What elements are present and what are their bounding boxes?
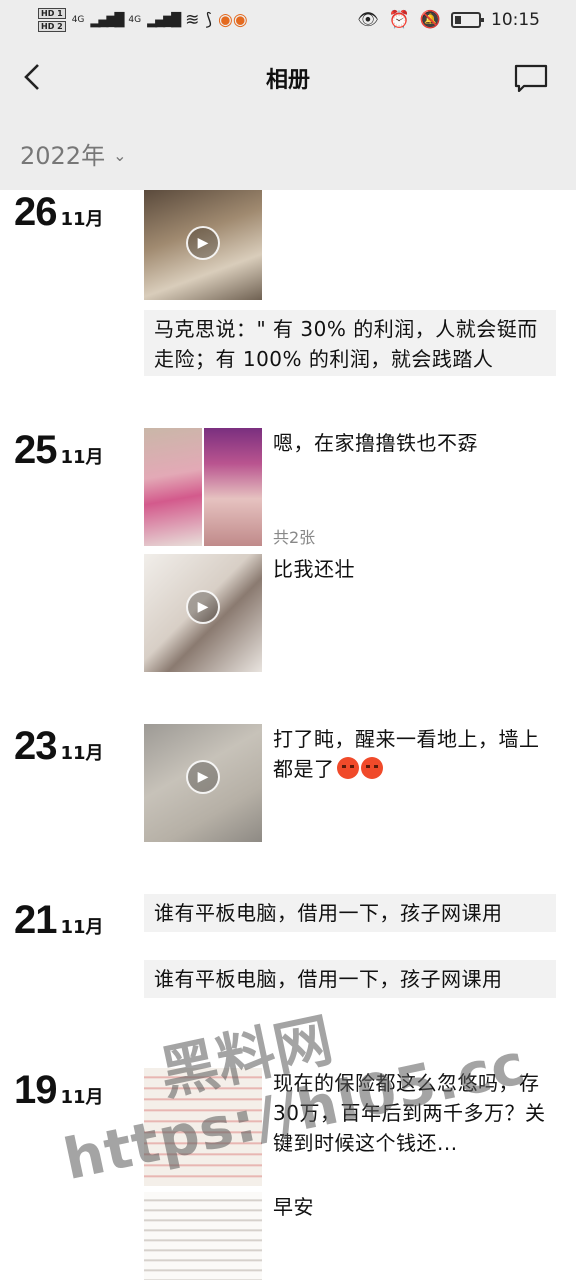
entry-day: 23	[14, 724, 57, 768]
play-icon: ▶	[186, 226, 220, 260]
wifi-icon: ≋	[185, 10, 200, 30]
video-thumbnail[interactable]: ▶	[144, 724, 262, 842]
entry-day: 19	[14, 1068, 57, 1112]
link-icon: ⟆	[205, 10, 212, 30]
post-text[interactable]: 早安	[273, 1192, 553, 1222]
play-icon: ▶	[186, 590, 220, 624]
entry-month: 11月	[60, 447, 104, 468]
clock-time: 10:15	[491, 10, 540, 30]
hd-indicators: HD 1 HD 2	[38, 8, 66, 32]
mute-icon: 🔕	[419, 10, 441, 30]
post-text-box[interactable]: 谁有平板电脑，借用一下，孩子网课用	[144, 960, 556, 998]
app-notify-icon: ◉◉	[217, 10, 248, 30]
entry-date: 19 11月	[14, 1068, 104, 1113]
entry-date: 21 11月	[14, 898, 104, 943]
photo-thumbnail-left[interactable]	[144, 428, 202, 546]
net1-label: 4G	[71, 15, 85, 25]
post-caption: 马克思说：" 有 30% 的利润，人就会铤而走险；有 100% 的利润，就会践踏…	[154, 317, 538, 371]
battery-icon	[451, 12, 484, 28]
photo-count: 共2张	[273, 528, 316, 547]
message-icon[interactable]	[514, 64, 548, 92]
entry-month: 11月	[60, 917, 104, 938]
entry-19: 19 11月 现在的保险都这么忽悠吗，存30万，百年后到两千多万？关键到时候这个…	[0, 1068, 576, 1280]
page-title: 相册	[265, 68, 310, 93]
entry-month: 11月	[60, 743, 104, 764]
entry-23: 23 11月 ▶ 打了盹，醒来一看地上，墙上都是了	[0, 724, 576, 854]
photo-thumbnail-right[interactable]	[204, 428, 262, 546]
post-caption-box[interactable]: 马克思说：" 有 30% 的利润，人就会铤而走险；有 100% 的利润，就会践踏…	[144, 310, 556, 376]
entry-month: 11月	[60, 1087, 104, 1108]
post-text: 谁有平板电脑，借用一下，孩子网课用	[154, 901, 503, 925]
photo-thumbnail[interactable]	[144, 1068, 262, 1186]
status-bar: HD 1 HD 2 4G ▂▄▆█ 4G ▂▄▆█ ≋ ⟆ ◉◉ 👁 ⏰ 🔕 1…	[0, 0, 576, 40]
entry-26: 26 11月 ▶ 马克思说：" 有 30% 的利润，人就会铤而走险；有 100%…	[0, 190, 576, 390]
net2-label: 4G	[128, 15, 142, 25]
entry-day: 25	[14, 428, 57, 472]
status-left: HD 1 HD 2 4G ▂▄▆█ 4G ▂▄▆█ ≋ ⟆ ◉◉	[38, 8, 248, 32]
alarm-icon: ⏰	[388, 10, 410, 30]
title-bar: 相册	[0, 40, 576, 116]
signal2-icon: ▂▄▆█	[147, 12, 181, 28]
angry-face-icon	[360, 757, 383, 779]
photo-thumbnail[interactable]	[144, 1192, 262, 1280]
play-icon: ▶	[186, 760, 220, 794]
video-thumbnail[interactable]: ▶	[144, 554, 262, 672]
year-label: 2022年	[20, 141, 106, 170]
post-text[interactable]: 打了盹，醒来一看地上，墙上都是了	[273, 724, 558, 784]
year-filter[interactable]: 2022年 ⌄	[0, 116, 576, 190]
signal-icon: ▂▄▆█	[90, 12, 124, 28]
hd2-badge: HD 2	[38, 21, 66, 32]
eye-icon: 👁	[357, 10, 379, 30]
angry-face-icon	[336, 757, 359, 779]
chevron-down-icon: ⌄	[113, 145, 127, 165]
entry-day: 21	[14, 898, 57, 942]
entry-21: 21 11月 谁有平板电脑，借用一下，孩子网课用 谁有平板电脑，借用一下，孩子网…	[0, 894, 576, 1014]
entry-date: 25 11月	[14, 428, 104, 473]
entry-date: 26 11月	[14, 190, 104, 235]
post-text[interactable]: 嗯，在家撸撸铁也不孬	[273, 428, 553, 458]
entry-day: 26	[14, 190, 57, 234]
post-text: 谁有平板电脑，借用一下，孩子网课用	[154, 967, 503, 991]
entry-25: 25 11月 嗯，在家撸撸铁也不孬 共2张 ▶ 比我还壮	[0, 428, 576, 678]
post-text-box[interactable]: 谁有平板电脑，借用一下，孩子网课用	[144, 894, 556, 932]
post-text[interactable]: 比我还壮	[273, 554, 553, 584]
post-text[interactable]: 现在的保险都这么忽悠吗，存30万，百年后到两千多万？关键到时候这个钱还...	[273, 1068, 553, 1158]
entry-month: 11月	[60, 209, 104, 230]
entry-date: 23 11月	[14, 724, 104, 769]
back-arrow-icon[interactable]	[20, 62, 46, 92]
hd1-badge: HD 1	[38, 8, 66, 19]
post-text-content: 打了盹，醒来一看地上，墙上都是了	[273, 727, 540, 781]
video-thumbnail[interactable]: ▶	[144, 190, 262, 300]
status-right: 👁 ⏰ 🔕 10:15	[357, 10, 540, 30]
